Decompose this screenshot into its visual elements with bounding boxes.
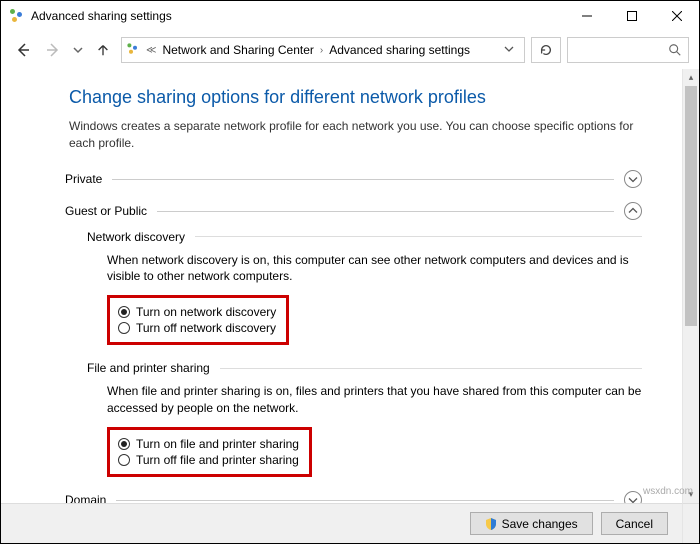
radio-icon <box>118 454 130 466</box>
shield-icon <box>485 518 497 530</box>
cancel-label: Cancel <box>616 517 653 531</box>
radio-nd-off[interactable]: Turn off network discovery <box>118 320 276 336</box>
section-private: Private <box>69 170 642 188</box>
radio-icon <box>118 322 130 334</box>
maximize-button[interactable] <box>609 1 654 31</box>
chevron-icon[interactable]: › <box>320 45 323 56</box>
page-intro: Windows creates a separate network profi… <box>69 118 642 152</box>
window-controls <box>564 1 699 31</box>
network-discovery-radio-group: Turn on network discovery Turn off netwo… <box>107 295 289 345</box>
section-guest-label: Guest or Public <box>65 204 147 218</box>
search-icon <box>668 43 682 57</box>
network-discovery-desc: When network discovery is on, this compu… <box>107 252 642 286</box>
scroll-track[interactable] <box>683 86 699 486</box>
radio-fp-on[interactable]: Turn on file and printer sharing <box>118 436 299 452</box>
section-guest-public: Guest or Public Network discovery When n… <box>69 202 642 477</box>
app-icon <box>9 8 25 24</box>
section-private-label: Private <box>65 172 102 186</box>
expand-domain-button[interactable] <box>624 491 642 503</box>
content-area: Change sharing options for different net… <box>1 69 682 503</box>
scroll-thumb[interactable] <box>685 86 697 326</box>
file-printer-radio-group: Turn on file and printer sharing Turn of… <box>107 427 312 477</box>
radio-nd-on[interactable]: Turn on network discovery <box>118 304 276 320</box>
forward-button[interactable] <box>41 38 65 62</box>
radio-fp-off[interactable]: Turn off file and printer sharing <box>118 452 299 468</box>
expand-private-button[interactable] <box>624 170 642 188</box>
window-title: Advanced sharing settings <box>31 9 564 23</box>
minimize-button[interactable] <box>564 1 609 31</box>
save-changes-button[interactable]: Save changes <box>470 512 593 535</box>
radio-icon <box>118 306 130 318</box>
file-printer-desc: When file and printer sharing is on, fil… <box>107 383 642 417</box>
network-discovery-header: Network discovery <box>87 230 185 244</box>
file-printer-header: File and printer sharing <box>87 361 210 375</box>
breadcrumb[interactable]: ≪ Network and Sharing Center › Advanced … <box>121 37 525 63</box>
vertical-scrollbar[interactable]: ▴ ▾ <box>682 69 699 503</box>
radio-fp-off-label: Turn off file and printer sharing <box>136 453 299 467</box>
page-title: Change sharing options for different net… <box>69 87 642 108</box>
refresh-button[interactable] <box>531 37 561 63</box>
title-bar: Advanced sharing settings <box>1 1 699 31</box>
scroll-up-button[interactable]: ▴ <box>683 69 699 86</box>
up-button[interactable] <box>91 38 115 62</box>
recent-button[interactable] <box>71 38 85 62</box>
subsection-network-discovery: Network discovery When network discovery… <box>87 230 642 346</box>
section-domain-label: Domain <box>65 493 106 503</box>
chevron-icon[interactable]: ≪ <box>146 45 156 56</box>
nav-bar: ≪ Network and Sharing Center › Advanced … <box>1 31 699 69</box>
breadcrumb-dropdown[interactable] <box>498 43 520 57</box>
section-domain: Domain <box>69 491 642 503</box>
radio-nd-on-label: Turn on network discovery <box>136 305 276 319</box>
watermark: wsxdn.com <box>643 486 693 497</box>
back-button[interactable] <box>11 38 35 62</box>
subsection-file-printer: File and printer sharing When file and p… <box>87 361 642 477</box>
collapse-guest-button[interactable] <box>624 202 642 220</box>
breadcrumb-seg-2[interactable]: Advanced sharing settings <box>327 43 472 57</box>
breadcrumb-seg-1[interactable]: Network and Sharing Center <box>160 43 315 57</box>
close-button[interactable] <box>654 1 699 31</box>
radio-fp-on-label: Turn on file and printer sharing <box>136 437 299 451</box>
search-input[interactable] <box>567 37 689 63</box>
radio-icon <box>118 438 130 450</box>
cancel-button[interactable]: Cancel <box>601 512 668 535</box>
save-changes-label: Save changes <box>502 517 578 531</box>
scrollbar-corner <box>682 503 699 543</box>
footer: Save changes Cancel <box>1 503 682 543</box>
radio-nd-off-label: Turn off network discovery <box>136 321 276 335</box>
control-panel-icon <box>126 42 142 58</box>
